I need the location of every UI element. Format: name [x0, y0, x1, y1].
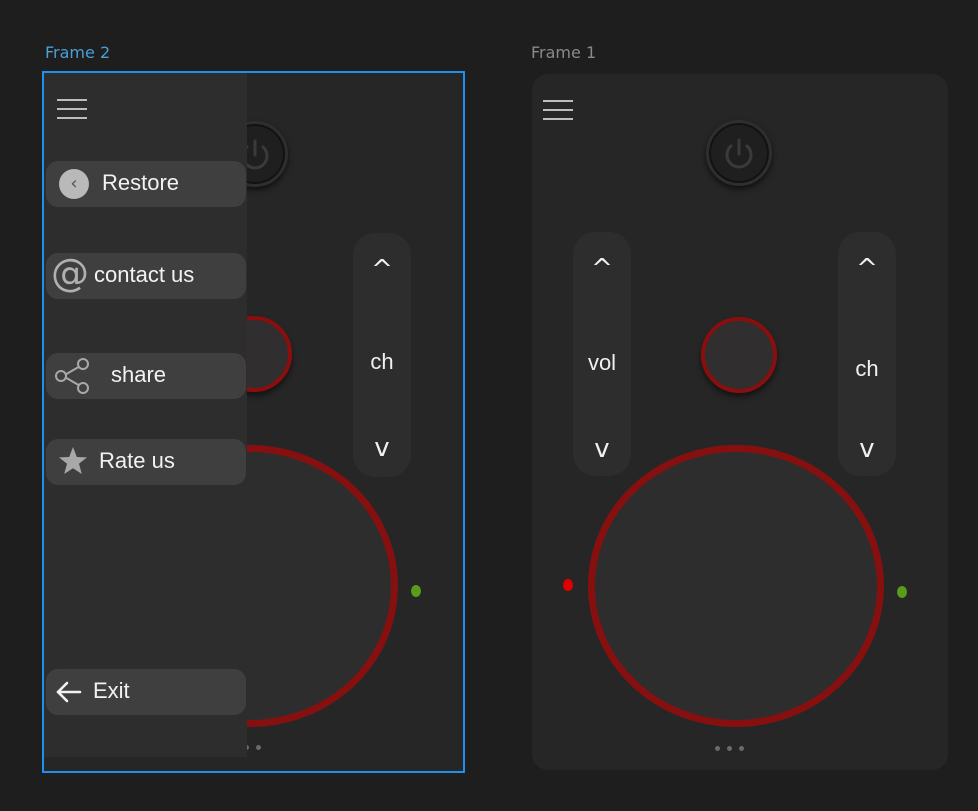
menu-item-share[interactable]: share — [46, 353, 246, 399]
power-button[interactable] — [706, 120, 772, 186]
frame-2-label[interactable]: Frame 2 — [45, 43, 110, 62]
volume-up-button[interactable]: ^ — [573, 254, 631, 284]
at-sign-icon: @ — [51, 251, 89, 295]
menu-item-rate[interactable]: Rate us — [46, 439, 246, 485]
menu-item-label: Rate us — [99, 448, 175, 473]
channel-down-button[interactable]: v — [838, 434, 896, 464]
frame-2[interactable]: ^ ch v ‹ Restore @ contact us share Rate… — [44, 73, 463, 771]
back-circle-icon: ‹ — [59, 169, 89, 199]
page-dot — [715, 746, 720, 751]
menu-item-label: contact us — [94, 262, 195, 287]
channel-label: ch — [370, 349, 394, 374]
channel-rocker[interactable]: ^ ch v — [838, 232, 896, 476]
status-led-green — [897, 586, 907, 598]
menu-item-restore[interactable]: ‹ Restore — [46, 161, 246, 207]
status-led-green — [411, 585, 421, 597]
directional-pad[interactable] — [588, 445, 884, 727]
side-drawer: ‹ Restore @ contact us share Rate us Exi… — [44, 73, 247, 757]
design-canvas: Frame 2 ^ ch v ‹ Restore @ contact us sh… — [0, 0, 978, 811]
page-dot — [739, 746, 744, 751]
ok-button[interactable] — [701, 317, 777, 393]
frame-1-label[interactable]: Frame 1 — [531, 43, 596, 62]
menu-item-label: Restore — [102, 170, 180, 195]
power-icon — [725, 138, 753, 169]
menu-item-exit[interactable]: Exit — [46, 669, 246, 715]
volume-down-button[interactable]: v — [573, 434, 631, 464]
menu-item-label: share — [111, 362, 167, 387]
menu-item-contact[interactable]: @ contact us — [46, 253, 246, 299]
menu-icon[interactable] — [57, 99, 87, 119]
channel-up-button[interactable]: ^ — [838, 254, 896, 284]
channel-label: ch — [855, 356, 879, 381]
volume-rocker[interactable]: ^ vol v — [573, 232, 631, 476]
channel-up-button[interactable]: ^ — [353, 255, 411, 285]
menu-icon[interactable] — [543, 100, 573, 120]
page-indicator — [715, 738, 751, 751]
page-dot — [256, 745, 261, 750]
menu-item-label: Exit — [93, 678, 130, 703]
volume-label: vol — [587, 350, 617, 375]
page-dot — [727, 746, 732, 751]
star-icon — [59, 447, 87, 474]
arrow-left-icon — [56, 681, 82, 703]
page-indicator — [244, 737, 268, 750]
share-icon — [55, 358, 89, 394]
channel-down-button[interactable]: v — [353, 433, 411, 463]
frame-1[interactable]: ^ vol v ^ ch v — [532, 74, 948, 770]
channel-rocker[interactable]: ^ ch v — [353, 233, 411, 477]
status-led-red — [563, 579, 573, 591]
